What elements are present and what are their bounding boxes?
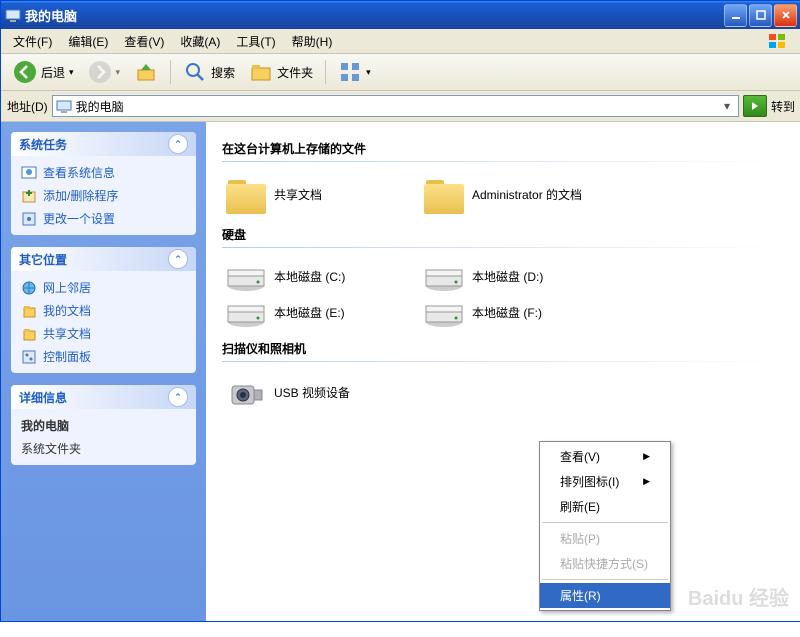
section-header-files: 在这台计算机上存储的文件 [222, 140, 785, 157]
views-dropdown-icon: ▾ [366, 67, 371, 78]
context-paste-shortcut: 粘贴快捷方式(S) [540, 551, 670, 576]
address-field[interactable]: 我的电脑 ▾ [52, 95, 739, 117]
panel-title: 其它位置 [19, 251, 67, 268]
details-name: 我的电脑 [21, 417, 186, 434]
search-label: 搜索 [211, 64, 235, 81]
panel-title: 系统任务 [19, 136, 67, 153]
collapse-icon: ⌃ [168, 249, 188, 269]
address-dropdown-icon[interactable]: ▾ [719, 99, 735, 113]
sidebar: 系统任务 ⌃ 查看系统信息 添加/删除程序 更改一个设置 其它位置 ⌃ 网上邻居… [1, 122, 206, 621]
back-button[interactable]: 后退 ▾ [7, 58, 80, 86]
collapse-icon: ⌃ [168, 134, 188, 154]
folders-label: 文件夹 [277, 64, 313, 81]
up-button[interactable] [128, 58, 164, 86]
tile-shared-docs[interactable]: 共享文档 [222, 174, 410, 218]
folders-button[interactable]: 文件夹 [243, 58, 319, 86]
menu-tools[interactable]: 工具(T) [228, 30, 283, 53]
folder-icon [424, 178, 464, 214]
panel-header[interactable]: 详细信息 ⌃ [11, 385, 196, 409]
drive-icon [226, 264, 266, 292]
details-type: 系统文件夹 [21, 440, 186, 457]
go-button[interactable] [743, 95, 767, 117]
context-view[interactable]: 查看(V)▶ [540, 444, 670, 469]
submenu-arrow-icon: ▶ [643, 476, 650, 487]
tile-usb-video[interactable]: USB 视频设备 [222, 374, 410, 414]
explorer-body: 系统任务 ⌃ 查看系统信息 添加/删除程序 更改一个设置 其它位置 ⌃ 网上邻居… [1, 122, 800, 621]
panel-other-places: 其它位置 ⌃ 网上邻居 我的文档 共享文档 控制面板 [11, 247, 196, 373]
context-paste: 粘贴(P) [540, 526, 670, 551]
toolbar-separator [170, 60, 171, 84]
menu-view[interactable]: 查看(V) [116, 30, 172, 53]
link-system-info[interactable]: 查看系统信息 [21, 164, 186, 181]
forward-button: ▾ [82, 58, 127, 86]
address-label: 地址(D) [7, 98, 48, 115]
close-button[interactable] [774, 4, 797, 27]
link-my-documents[interactable]: 我的文档 [21, 302, 186, 319]
window-title: 我的电脑 [25, 6, 724, 25]
back-dropdown-icon: ▾ [69, 67, 74, 78]
tile-drive-e[interactable]: 本地磁盘 (E:) [222, 296, 410, 332]
maximize-button[interactable] [749, 4, 772, 27]
tile-admin-docs[interactable]: Administrator 的文档 [420, 174, 608, 218]
drive-icon [424, 300, 464, 328]
back-label: 后退 [41, 64, 65, 81]
menu-file[interactable]: 文件(F) [5, 30, 60, 53]
section-header-scanners: 扫描仪和照相机 [222, 340, 785, 357]
drive-icon [424, 264, 464, 292]
content-pane[interactable]: 在这台计算机上存储的文件 共享文档 Administrator 的文档 硬盘 本… [206, 122, 800, 621]
panel-details: 详细信息 ⌃ 我的电脑 系统文件夹 [11, 385, 196, 465]
search-button[interactable]: 搜索 [177, 58, 241, 86]
tile-drive-f[interactable]: 本地磁盘 (F:) [420, 296, 608, 332]
address-bar: 地址(D) 我的电脑 ▾ 转到 [1, 91, 800, 122]
menu-separator [542, 579, 668, 580]
minimize-button[interactable] [724, 4, 747, 27]
link-network-places[interactable]: 网上邻居 [21, 279, 186, 296]
menu-favorites[interactable]: 收藏(A) [172, 30, 228, 53]
watermark: Baidu 经验 [688, 582, 789, 611]
collapse-icon: ⌃ [168, 387, 188, 407]
menu-separator [542, 522, 668, 523]
panel-title: 详细信息 [19, 389, 67, 406]
panel-header[interactable]: 系统任务 ⌃ [11, 132, 196, 156]
titlebar: 我的电脑 [1, 1, 800, 29]
context-properties[interactable]: 属性(R) [540, 583, 670, 608]
windows-logo-icon [757, 31, 797, 51]
context-refresh[interactable]: 刷新(E) [540, 494, 670, 519]
link-add-remove[interactable]: 添加/删除程序 [21, 187, 186, 204]
toolbar-separator [325, 60, 326, 84]
forward-dropdown-icon: ▾ [116, 67, 121, 78]
link-shared-docs[interactable]: 共享文档 [21, 325, 186, 342]
address-value: 我的电脑 [76, 98, 124, 115]
context-arrange[interactable]: 排列图标(I)▶ [540, 469, 670, 494]
views-button[interactable]: ▾ [332, 58, 377, 86]
menubar: 文件(F) 编辑(E) 查看(V) 收藏(A) 工具(T) 帮助(H) [1, 29, 800, 54]
tile-drive-d[interactable]: 本地磁盘 (D:) [420, 260, 608, 296]
link-change-setting[interactable]: 更改一个设置 [21, 210, 186, 227]
panel-header[interactable]: 其它位置 ⌃ [11, 247, 196, 271]
camera-icon [226, 378, 266, 410]
menu-edit[interactable]: 编辑(E) [60, 30, 116, 53]
submenu-arrow-icon: ▶ [643, 451, 650, 462]
toolbar: 后退 ▾ ▾ 搜索 文件夹 ▾ [1, 54, 800, 91]
panel-system-tasks: 系统任务 ⌃ 查看系统信息 添加/删除程序 更改一个设置 [11, 132, 196, 235]
tile-drive-c[interactable]: 本地磁盘 (C:) [222, 260, 410, 296]
drive-icon [226, 300, 266, 328]
explorer-window: 我的电脑 文件(F) 编辑(E) 查看(V) 收藏(A) 工具(T) 帮助(H)… [0, 0, 800, 622]
go-label: 转到 [771, 98, 795, 115]
folder-icon [226, 178, 266, 214]
menu-help[interactable]: 帮助(H) [284, 30, 341, 53]
link-control-panel[interactable]: 控制面板 [21, 348, 186, 365]
context-menu: 查看(V)▶ 排列图标(I)▶ 刷新(E) 粘贴(P) 粘贴快捷方式(S) 属性… [539, 441, 671, 611]
section-header-drives: 硬盘 [222, 226, 785, 243]
my-computer-icon [5, 7, 21, 23]
